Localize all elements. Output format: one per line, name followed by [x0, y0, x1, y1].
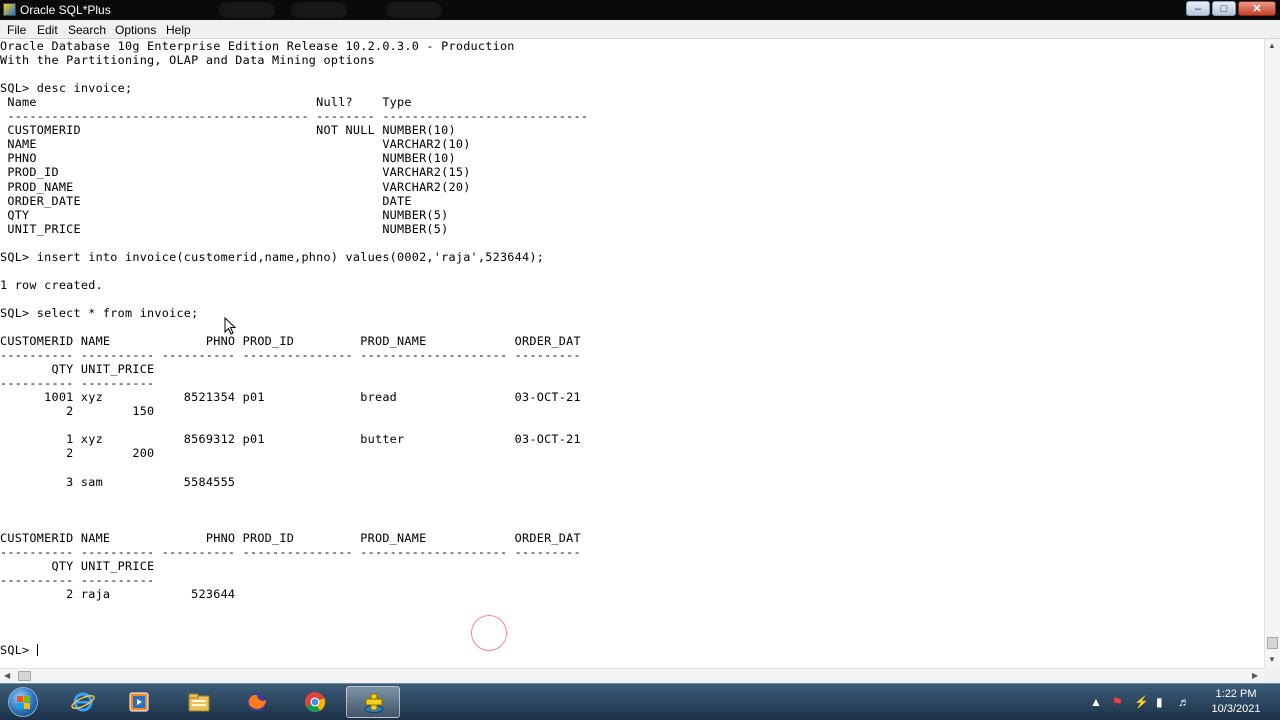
blurred-region: [386, 2, 442, 18]
console-line: 2 raja 523644: [0, 586, 236, 601]
console-line: ---------- ----------: [0, 376, 155, 391]
taskbar-sqlplus[interactable]: [346, 686, 400, 718]
console-line: PHNO NUMBER(10): [0, 151, 456, 166]
taskbar-file-explorer[interactable]: [172, 686, 226, 718]
minimize-button[interactable]: –: [1186, 1, 1210, 16]
vertical-scrollbar[interactable]: ▲ ▼: [1264, 39, 1280, 668]
console-line: PROD_NAME VARCHAR2(20): [0, 179, 471, 194]
horizontal-scroll-thumb[interactable]: [18, 671, 31, 681]
scroll-down-icon[interactable]: ▼: [1268, 655, 1276, 664]
console-line: NAME VARCHAR2(10): [0, 137, 471, 152]
horizontal-scrollbar[interactable]: ◀ ▶: [0, 668, 1264, 683]
windows-logo-icon: [17, 696, 30, 709]
mouse-pointer-icon: [224, 317, 236, 335]
scroll-left-icon[interactable]: ◀: [4, 671, 10, 680]
console-line: SQL> select * from invoice;: [0, 305, 199, 320]
console-line: 3 sam 5584555: [0, 474, 236, 489]
console-line: ORDER_DATE DATE: [0, 193, 412, 208]
sqlplus-app-icon[interactable]: [3, 3, 16, 16]
clock-date: 10/3/2021: [1211, 703, 1261, 715]
scroll-up-icon[interactable]: ▲: [1268, 41, 1276, 50]
menu-search[interactable]: Search: [68, 23, 106, 37]
menu-file[interactable]: File: [7, 23, 26, 37]
console-line: Name Null? Type: [0, 95, 412, 110]
console-line: 1 row created.: [0, 277, 103, 292]
taskbar: ▲ ⚑ ⚡ ▮ ♬ 1:22 PM 10/3/2021: [0, 683, 1280, 720]
console-line: ---------- ----------: [0, 572, 155, 587]
taskbar-firefox[interactable]: [230, 686, 284, 718]
console-line: SQL>: [0, 643, 37, 658]
text-caret: [37, 644, 38, 657]
action-center-icon[interactable]: ⚑: [1112, 695, 1123, 709]
menu-bar: File Edit Search Options Help: [0, 20, 1280, 39]
volume-icon[interactable]: ♬: [1178, 695, 1190, 709]
console-line: ---------- ---------- ---------- -------…: [0, 348, 581, 363]
taskbar-chrome[interactable]: [288, 686, 342, 718]
taskbar-media-player[interactable]: [112, 686, 166, 718]
sqlplus-icon: [364, 693, 384, 713]
console-line: UNIT_PRICE NUMBER(5): [0, 221, 449, 236]
start-button[interactable]: [8, 687, 38, 717]
network-signal-icon[interactable]: ▮: [1156, 695, 1163, 709]
window-controls: – □ ✕: [1186, 1, 1276, 18]
close-button[interactable]: ✕: [1238, 1, 1276, 16]
console-line: CUSTOMERID NOT NULL NUMBER(10): [0, 123, 456, 138]
power-icon[interactable]: ⚡: [1134, 695, 1149, 709]
blurred-region: [219, 2, 275, 18]
console-line: QTY NUMBER(5): [0, 207, 449, 222]
vertical-scroll-thumb[interactable]: [1267, 637, 1278, 649]
clock-time: 1:22 PM: [1215, 688, 1257, 700]
console-line: ---------- ---------- ---------- -------…: [0, 544, 581, 559]
console-line: SQL> desc invoice;: [0, 81, 133, 96]
console-line: SQL> insert into invoice(customerid,name…: [0, 249, 545, 264]
click-highlight-ring: [471, 615, 507, 651]
chrome-icon: [305, 692, 326, 713]
console-line: PROD_ID VARCHAR2(15): [0, 165, 471, 180]
taskbar-internet-explorer[interactable]: [56, 686, 110, 718]
menu-edit[interactable]: Edit: [37, 23, 58, 37]
console-line: QTY UNIT_PRICE: [0, 362, 155, 377]
scrollbar-corner: [1264, 668, 1280, 683]
internet-explorer-icon: [71, 692, 95, 712]
console-output[interactable]: Oracle Database 10g Enterprise Edition R…: [0, 39, 1264, 668]
console-line: 2 200: [0, 446, 155, 461]
console-line: 1 xyz 8569312 p01 butter 03-OCT-21: [0, 432, 581, 447]
media-player-icon: [129, 692, 149, 712]
console-line: Oracle Database 10g Enterprise Edition R…: [0, 39, 515, 53]
console-line: ----------------------------------------…: [0, 109, 589, 124]
console-line: CUSTOMERID NAME PHNO PROD_ID PROD_NAME O…: [0, 530, 581, 545]
blurred-region: [291, 2, 347, 18]
menu-options[interactable]: Options: [115, 23, 156, 37]
system-clock[interactable]: 1:22 PM 10/3/2021: [1196, 687, 1276, 717]
maximize-button[interactable]: □: [1212, 1, 1236, 16]
menu-help[interactable]: Help: [166, 23, 191, 37]
console-line: 1001 xyz 8521354 p01 bread 03-OCT-21: [0, 390, 581, 405]
console-line: CUSTOMERID NAME PHNO PROD_ID PROD_NAME O…: [0, 334, 581, 349]
title-bar: Oracle SQL*Plus – □ ✕: [0, 0, 1280, 20]
scroll-right-icon[interactable]: ▶: [1252, 671, 1258, 680]
show-hidden-icons-icon[interactable]: ▲: [1090, 695, 1102, 709]
console-line: QTY UNIT_PRICE: [0, 558, 155, 573]
file-explorer-icon: [188, 693, 210, 712]
firefox-icon: [248, 693, 266, 711]
console-line: With the Partitioning, OLAP and Data Min…: [0, 53, 375, 68]
window-title: Oracle SQL*Plus: [20, 3, 111, 17]
console-line: 2 150: [0, 404, 155, 419]
